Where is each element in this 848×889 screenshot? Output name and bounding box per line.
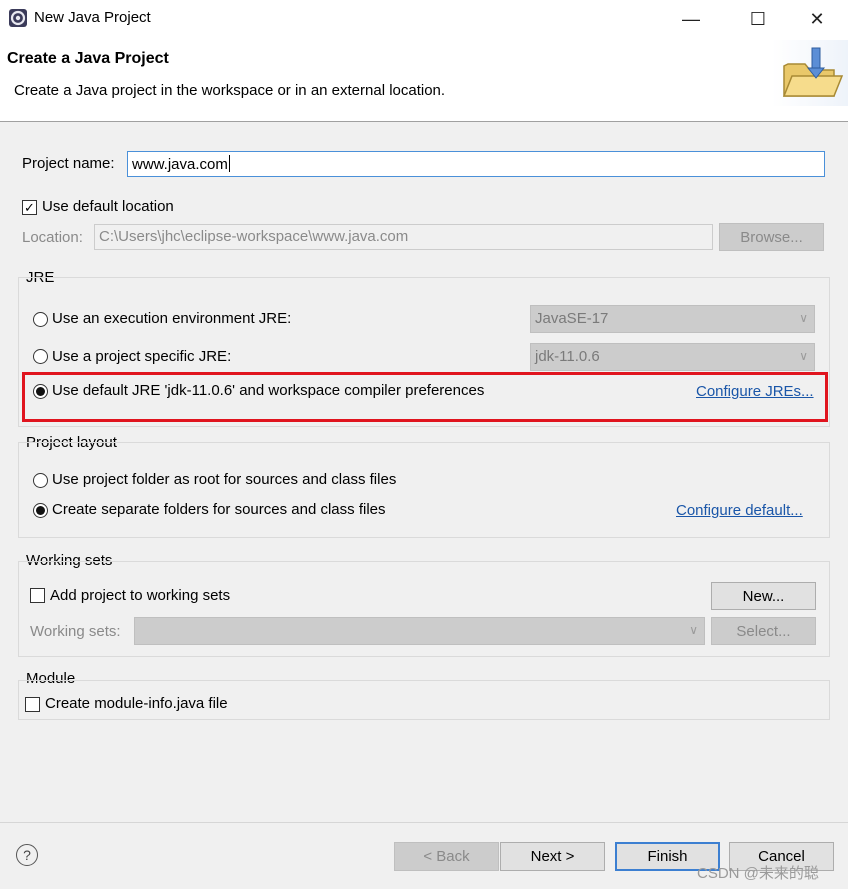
configure-default-link[interactable]: Configure default... [676, 502, 803, 519]
default-jre-radio[interactable] [33, 384, 48, 399]
wizard-header: Create a Java Project Create a Java proj… [0, 38, 848, 122]
chevron-down-icon: ∨ [799, 311, 808, 325]
specific-jre-value: jdk-11.0.6 [535, 348, 600, 365]
title-bar: New Java Project — ☐ ✕ [0, 0, 848, 38]
help-icon[interactable]: ? [16, 844, 38, 866]
create-module-info-checkbox[interactable] [25, 697, 40, 712]
next-button[interactable]: Next > [500, 842, 605, 871]
location-label: Location: [22, 229, 83, 246]
maximize-button[interactable]: ☐ [735, 0, 781, 38]
exec-env-radio[interactable] [33, 312, 48, 327]
exec-env-label[interactable]: Use an execution environment JRE: [52, 310, 291, 327]
text-caret [228, 155, 230, 172]
project-name-label: Project name: [22, 155, 115, 172]
footer-separator [0, 822, 848, 823]
chevron-down-icon: ∨ [689, 623, 698, 637]
watermark: CSDN @未来的聪 [697, 865, 819, 882]
checkmark-icon: ✓ [24, 200, 35, 215]
browse-button[interactable]: Browse... [719, 223, 824, 251]
configure-jres-link[interactable]: Configure JREs... [696, 383, 814, 400]
minimize-button[interactable]: — [668, 0, 714, 38]
new-working-set-button[interactable]: New... [711, 582, 816, 610]
default-jre-label[interactable]: Use default JRE 'jdk-11.0.6' and workspa… [52, 382, 484, 399]
chevron-down-icon: ∨ [799, 349, 808, 363]
back-button[interactable]: < Back [394, 842, 499, 871]
location-input[interactable]: C:\Users\jhc\eclipse-workspace\www.java.… [94, 224, 713, 250]
working-sets-label: Working sets: [30, 623, 121, 640]
working-sets-select[interactable]: ∨ [134, 617, 705, 645]
layout-root-label[interactable]: Use project folder as root for sources a… [52, 471, 396, 488]
project-name-input[interactable]: www.java.com [127, 151, 825, 177]
add-to-working-sets-label[interactable]: Add project to working sets [50, 587, 230, 604]
new-folder-wizard-icon [772, 40, 848, 106]
select-working-sets-button[interactable]: Select... [711, 617, 816, 645]
create-module-info-label[interactable]: Create module-info.java file [45, 695, 228, 712]
close-button[interactable]: ✕ [794, 0, 840, 38]
project-layout-group [18, 442, 830, 538]
window-title: New Java Project [34, 9, 151, 26]
layout-separate-radio[interactable] [33, 503, 48, 518]
exec-env-value: JavaSE-17 [535, 310, 609, 327]
exec-env-select[interactable]: JavaSE-17 ∨ [530, 305, 815, 333]
add-to-working-sets-checkbox[interactable] [30, 588, 45, 603]
specific-jre-label[interactable]: Use a project specific JRE: [52, 348, 231, 365]
wizard-title: Create a Java Project [7, 50, 169, 67]
eclipse-app-icon [8, 8, 28, 28]
specific-jre-radio[interactable] [33, 349, 48, 364]
layout-root-radio[interactable] [33, 473, 48, 488]
layout-separate-label[interactable]: Create separate folders for sources and … [52, 501, 386, 518]
use-default-location-checkbox[interactable]: ✓ [22, 200, 37, 215]
use-default-location-label[interactable]: Use default location [42, 198, 174, 215]
specific-jre-select[interactable]: jdk-11.0.6 ∨ [530, 343, 815, 371]
project-name-value: www.java.com [132, 156, 228, 173]
wizard-description: Create a Java project in the workspace o… [14, 82, 446, 99]
